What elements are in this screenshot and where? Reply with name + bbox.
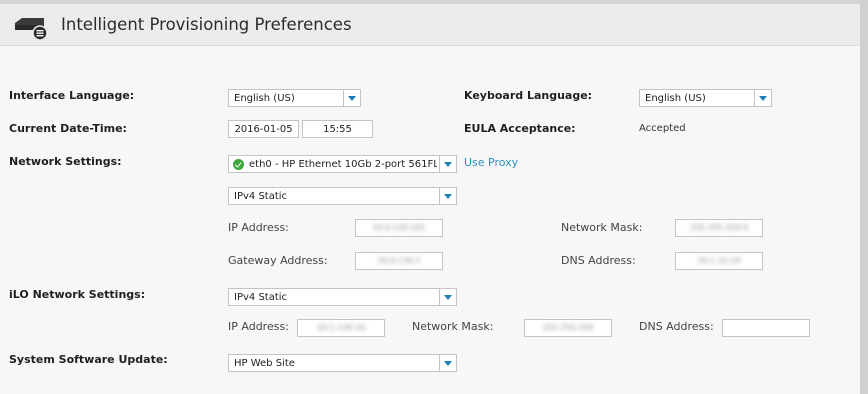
network-adapter-select[interactable]: eth0 - HP Ethernet 10Gb 2-port 561FLR-T … (228, 155, 457, 173)
chevron-down-icon (439, 188, 456, 204)
keyboard-language-select[interactable]: English (US) (639, 89, 772, 107)
ip-address-value: 10.0.130.101 (372, 223, 426, 232)
time-field[interactable]: 15:55 (302, 120, 373, 138)
date-value: 2016-01-05 (234, 124, 293, 135)
dns-address-field[interactable]: 10.1.10.10 (675, 252, 763, 270)
network-mask-label: Network Mask: (561, 221, 643, 234)
server-icon (15, 18, 48, 41)
use-proxy-link[interactable]: Use Proxy (464, 156, 518, 169)
network-mask-field[interactable]: 255.255.254.0 (675, 219, 763, 237)
gateway-address-label: Gateway Address: (228, 254, 328, 267)
network-mask-value: 255.255.254.0 (689, 223, 749, 232)
time-value: 15:55 (323, 124, 352, 135)
date-field[interactable]: 2016-01-05 (228, 120, 299, 138)
software-update-select[interactable]: HP Web Site (228, 354, 457, 372)
ilo-mode-select[interactable]: IPv4 Static (228, 288, 457, 306)
ilo-ip-address-label: IP Address: (228, 320, 289, 333)
ilo-network-mask-value: 255.255.254 (542, 323, 594, 332)
keyboard-language-label: Keyboard Language: (464, 89, 593, 102)
page-title: Intelligent Provisioning Preferences (61, 15, 352, 34)
ip-address-label: IP Address: (228, 221, 289, 234)
system-software-update-label: System Software Update: (9, 353, 168, 366)
dns-address-label: DNS Address: (561, 254, 636, 267)
software-update-value: HP Web Site (234, 358, 295, 369)
network-mode-select[interactable]: IPv4 Static (228, 187, 457, 205)
ilo-ip-address-field[interactable]: 10.1.130.10 (297, 319, 385, 337)
interface-language-value: English (US) (234, 93, 295, 104)
ilo-network-mask-label: Network Mask: (412, 320, 494, 333)
interface-language-select[interactable]: English (US) (228, 89, 361, 107)
gateway-address-field[interactable]: 10.0.130.1 (355, 252, 443, 270)
keyboard-language-value: English (US) (645, 93, 706, 104)
chevron-down-icon (439, 355, 456, 371)
ilo-dns-address-field[interactable] (722, 319, 810, 337)
check-circle-icon (233, 159, 244, 170)
ip-address-field[interactable]: 10.0.130.101 (355, 219, 443, 237)
eula-value: Accepted (639, 123, 686, 134)
network-mode-value: IPv4 Static (234, 191, 288, 202)
scrollbar[interactable] (860, 0, 868, 394)
ilo-ip-address-value: 10.1.130.10 (316, 323, 366, 332)
ilo-mode-value: IPv4 Static (234, 292, 288, 303)
network-adapter-value: eth0 - HP Ethernet 10Gb 2-port 561FLR-T … (249, 159, 437, 170)
network-settings-label: Network Settings: (9, 155, 122, 168)
date-time-label: Current Date-Time: (9, 122, 127, 135)
dns-address-value: 10.1.10.10 (697, 256, 741, 265)
gateway-address-value: 10.0.130.1 (377, 256, 421, 265)
chevron-down-icon (439, 289, 456, 305)
ilo-network-settings-label: iLO Network Settings: (9, 288, 146, 301)
chevron-down-icon (343, 90, 360, 106)
chevron-down-icon (439, 156, 456, 172)
chevron-down-icon (754, 90, 771, 106)
page-header: Intelligent Provisioning Preferences (0, 4, 860, 46)
ilo-dns-address-label: DNS Address: (639, 320, 714, 333)
interface-language-label: Interface Language: (9, 89, 135, 102)
eula-label: EULA Acceptance: (464, 122, 576, 135)
ilo-network-mask-field[interactable]: 255.255.254 (524, 319, 612, 337)
